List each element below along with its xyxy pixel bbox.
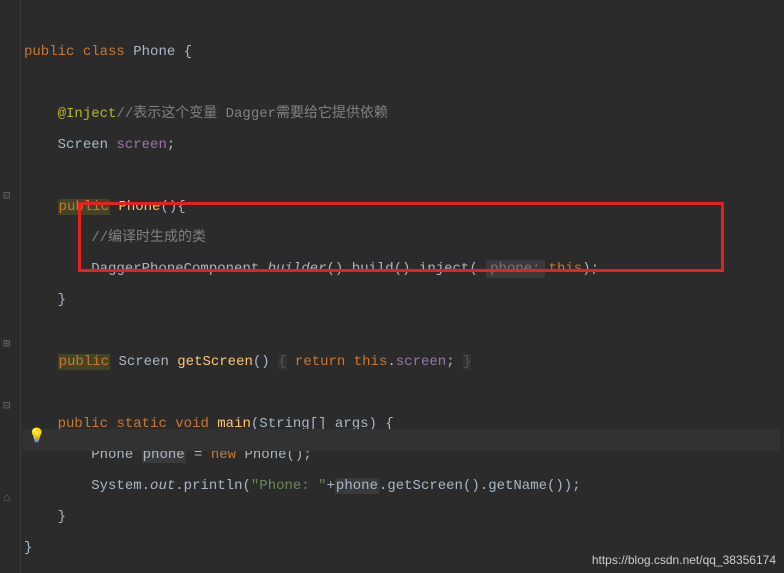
gutter: ⊟ ⊞ ⊟ ⌂	[0, 0, 21, 573]
method-inject: inject	[419, 261, 469, 277]
keyword-public: public	[24, 44, 74, 60]
keyword-public-highlighted: public	[58, 199, 110, 215]
paren-open: (	[242, 478, 250, 494]
class-system: System	[91, 478, 141, 494]
var-phone: phone	[335, 478, 379, 494]
keyword-this: this	[354, 354, 388, 370]
dot: .	[175, 478, 183, 494]
type-screen: Screen	[58, 137, 108, 153]
method-builder: builder	[268, 261, 327, 277]
comment: //表示这个变量 Dagger需要给它提供依赖	[116, 106, 388, 122]
dot: .	[387, 354, 395, 370]
keyword-class: class	[83, 44, 125, 60]
annotation-inject: @Inject	[58, 106, 117, 122]
call-end: ());	[547, 478, 581, 494]
brace-close: }	[58, 509, 66, 525]
watermark: https://blog.csdn.net/qq_38356174	[592, 553, 776, 567]
keyword-return: return	[295, 354, 345, 370]
field-out: out	[150, 478, 175, 494]
field-screen: screen	[396, 354, 446, 370]
paren-close: );	[582, 261, 599, 277]
return-type: Screen	[118, 354, 168, 370]
method-println: println	[184, 478, 243, 494]
method-getname-call: getName	[488, 478, 547, 494]
method-getscreen: getScreen	[177, 354, 253, 370]
param-hint: phone:	[486, 260, 544, 278]
constructor-name: Phone	[118, 199, 160, 215]
method-getscreen-call: getScreen	[387, 478, 463, 494]
parens: ()	[253, 354, 270, 370]
plus: +	[327, 478, 335, 494]
comment: //编译时生成的类	[91, 230, 206, 246]
end-icon: ⌂	[3, 492, 15, 504]
string-literal: "Phone: "	[251, 478, 327, 494]
method-build: build	[352, 261, 394, 277]
call: ().	[463, 478, 488, 494]
brace-close: }	[24, 540, 32, 556]
paren-brace: (){	[160, 199, 185, 215]
call: ().	[326, 261, 351, 277]
brace-open-folded: {	[278, 354, 286, 370]
brace-close-folded: }	[463, 354, 471, 370]
dot: .	[259, 261, 267, 277]
semicolon: ;	[167, 137, 175, 153]
collapse-icon[interactable]: ⊟	[3, 190, 15, 202]
class-name: Phone	[133, 44, 175, 60]
dot: .	[142, 478, 150, 494]
brace-close: }	[58, 292, 66, 308]
keyword-this: this	[549, 261, 583, 277]
current-line-highlight	[22, 429, 780, 451]
paren-open: (	[469, 261, 477, 277]
call: ().	[394, 261, 419, 277]
expand-icon[interactable]: ⊞	[3, 338, 15, 350]
code-editor[interactable]: public class Phone { @Inject//表示这个变量 Dag…	[0, 0, 784, 564]
brace-open: {	[184, 44, 192, 60]
semicolon: ;	[446, 354, 454, 370]
class-ref: DaggerPhoneComponent	[91, 261, 259, 277]
field-screen: screen	[116, 137, 166, 153]
intention-bulb-icon[interactable]: 💡	[28, 428, 45, 445]
keyword-public-highlighted: public	[58, 354, 110, 370]
collapse-icon[interactable]: ⊟	[3, 400, 15, 412]
